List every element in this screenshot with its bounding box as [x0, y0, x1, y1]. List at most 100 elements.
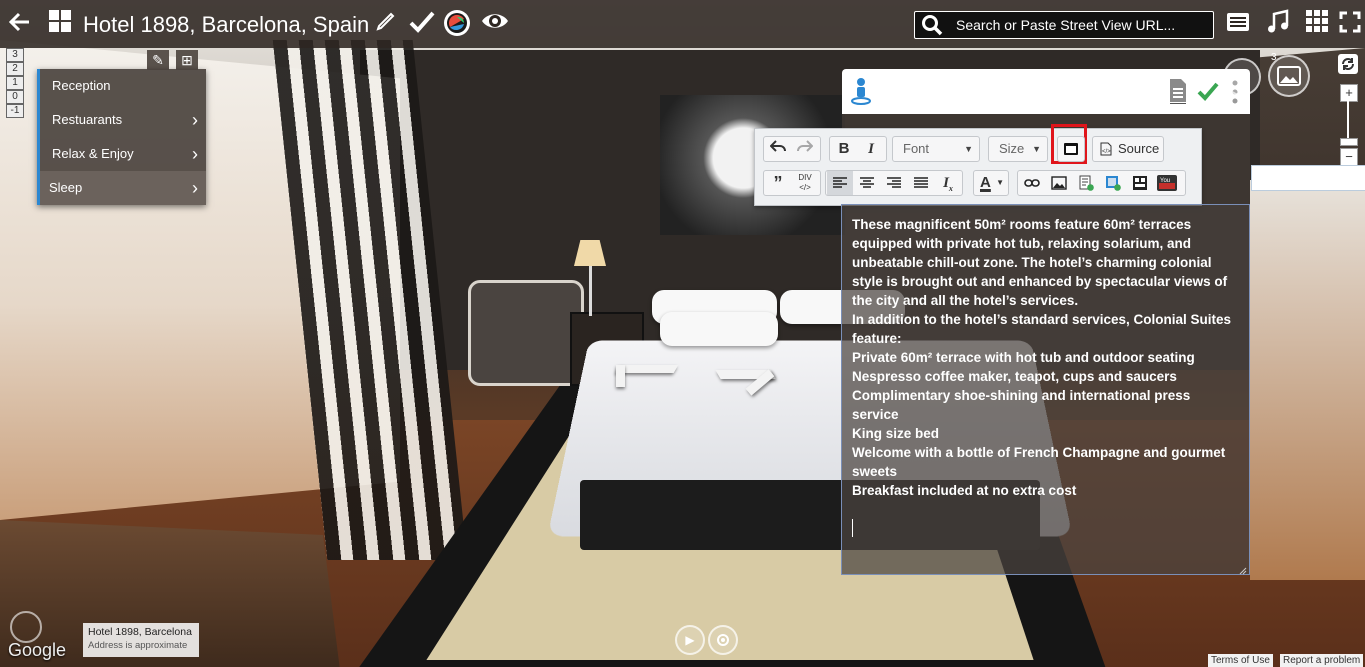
pillow	[660, 312, 778, 346]
address-name: Hotel 1898, Barcelona	[88, 626, 192, 638]
insert-template-icon[interactable]	[1073, 171, 1099, 195]
back-arrow-icon[interactable]	[6, 9, 34, 41]
nav-arrow-left-stem[interactable]	[616, 365, 625, 387]
caret-down-icon: ▼	[964, 144, 973, 154]
apps-grid-icon[interactable]	[1304, 9, 1330, 39]
google-logo: Google	[8, 640, 67, 660]
level-3[interactable]: 3	[6, 48, 24, 62]
iframe-embed-button[interactable]	[1057, 136, 1085, 162]
editor-paragraph: Complimentary shoe-shining and internati…	[852, 388, 1191, 422]
zoom-in-button[interactable]: +	[1340, 84, 1358, 102]
editor-paragraph: King size bed	[852, 426, 940, 441]
editor-paragraph: In addition to the hotel’s standard serv…	[852, 312, 1232, 346]
circle-control-button[interactable]	[1223, 58, 1261, 96]
person-pin-icon[interactable]	[850, 77, 872, 110]
adjacent-room	[1250, 180, 1365, 580]
bold-icon[interactable]: B	[831, 137, 857, 161]
address-card[interactable]: Hotel 1898, Barcelona Address is approxi…	[83, 623, 199, 657]
level-1[interactable]: 1	[6, 76, 24, 90]
music-note-icon[interactable]	[1265, 9, 1291, 41]
blockquote-icon[interactable]: ”	[765, 171, 791, 195]
undo-icon[interactable]	[765, 137, 791, 161]
nav-arrow-left[interactable]	[615, 365, 679, 373]
caret-down-icon: ▼	[1032, 144, 1041, 154]
grid-icon[interactable]	[47, 9, 73, 39]
editor-content[interactable]: These magnificent 50m² rooms feature 60m…	[852, 215, 1240, 537]
youtube-icon[interactable]: You	[1154, 171, 1180, 195]
play-icon[interactable]: ▶	[675, 625, 705, 655]
pencil-icon[interactable]	[373, 9, 399, 39]
chevron-right-icon: ›	[192, 144, 198, 164]
div-container-icon[interactable]: DIV </>	[792, 171, 818, 197]
tour-menu: Reception Restuarants › Relax & Enjoy › …	[37, 69, 206, 205]
add-menu-item-icon[interactable]: ⊞	[176, 50, 198, 70]
insert-group: You	[1017, 170, 1186, 196]
search-input-placeholder[interactable]: Search or Paste Street View URL...	[956, 17, 1175, 33]
editor-paragraph: Nespresso coffee maker, teapot, cups and…	[852, 369, 1177, 384]
image-gallery-icon	[1277, 66, 1301, 86]
settings-icon[interactable]	[708, 625, 738, 655]
zoom-slider-handle[interactable]	[1340, 138, 1358, 146]
font-dropdown[interactable]: Font ▼	[892, 136, 980, 162]
link-icon[interactable]	[1019, 171, 1045, 195]
align-right-icon[interactable]	[881, 171, 907, 195]
pegman-circle-icon[interactable]	[10, 611, 42, 643]
save-check-icon[interactable]	[1197, 81, 1219, 106]
resize-handle-icon[interactable]	[1237, 562, 1247, 575]
side-input-field[interactable]	[1251, 165, 1365, 191]
editor-paragraph: Private 60m² terrace with hot tub and ou…	[852, 350, 1195, 365]
level-2[interactable]: 2	[6, 62, 24, 76]
source-button-label: Source	[1118, 141, 1160, 156]
top-bar: Hotel 1898, Barcelona, Spain Search or P…	[0, 0, 1365, 48]
document-icon[interactable]	[1168, 78, 1188, 109]
list-icon[interactable]	[1225, 9, 1251, 39]
image-icon[interactable]	[1046, 171, 1072, 195]
svg-text:You: You	[1160, 178, 1170, 184]
info-panel-header	[842, 69, 1250, 114]
page-title: Hotel 1898, Barcelona, Spain	[83, 12, 370, 37]
editor-paragraph: Breakfast included at no extra cost	[852, 483, 1077, 498]
text-cursor	[852, 519, 853, 537]
gallery-count-badge: 3	[1271, 52, 1277, 63]
clear-format-icon[interactable]: Ix	[935, 171, 961, 195]
level-0[interactable]: 0	[6, 90, 24, 104]
zoom-out-button[interactable]: −	[1340, 148, 1358, 166]
level-minus-1[interactable]: -1	[6, 104, 24, 118]
text-color-button[interactable]: A ▼	[973, 170, 1009, 196]
font-dropdown-label: Font	[903, 141, 930, 156]
redo-icon[interactable]	[792, 137, 818, 161]
insert-audio-icon[interactable]	[1127, 171, 1153, 195]
compass-icon[interactable]	[1338, 54, 1358, 74]
menu-item-label: Restuarants	[52, 112, 123, 127]
menu-item-sleep[interactable]: Sleep ›	[40, 171, 206, 205]
menu-item-relax-enjoy[interactable]: Relax & Enjoy ›	[40, 137, 206, 171]
menu-item-label: Sleep	[49, 180, 83, 195]
menu-item-reception[interactable]: Reception	[40, 69, 206, 103]
insert-media-icon[interactable]	[1100, 171, 1126, 195]
zoom-track[interactable]	[1347, 101, 1349, 141]
terms-of-use-link[interactable]: Terms of Use	[1208, 654, 1273, 667]
align-left-icon[interactable]	[827, 171, 853, 195]
source-doc-icon: </>	[1100, 142, 1112, 156]
align-center-icon[interactable]	[854, 171, 880, 195]
source-button[interactable]: </> Source	[1092, 136, 1164, 162]
fullscreen-icon[interactable]	[1338, 9, 1362, 39]
size-dropdown[interactable]: Size ▼	[988, 136, 1048, 162]
blockquote-div-group: ” DIV </>	[763, 170, 821, 196]
color-wheel-icon[interactable]	[442, 8, 472, 44]
align-justify-icon[interactable]	[908, 171, 934, 195]
description-editor[interactable]: These magnificent 50m² rooms feature 60m…	[841, 204, 1250, 575]
eye-icon[interactable]	[480, 9, 510, 39]
menu-item-restuarants[interactable]: Restuarants ›	[40, 103, 206, 137]
check-icon[interactable]	[408, 9, 436, 41]
chevron-right-icon: ›	[192, 178, 198, 198]
menu-item-label: Reception	[52, 78, 111, 93]
armchair	[468, 280, 584, 386]
italic-icon[interactable]: I	[858, 137, 884, 161]
edit-menu-pencil-icon[interactable]: ✎	[147, 50, 169, 70]
editor-paragraph: Welcome with a bottle of French Champagn…	[852, 445, 1226, 479]
bold-italic-group: B I	[829, 136, 887, 162]
chevron-right-icon: ›	[192, 110, 198, 130]
report-problem-link[interactable]: Report a problem	[1280, 654, 1364, 667]
search-box[interactable]: Search or Paste Street View URL...	[914, 11, 1214, 39]
